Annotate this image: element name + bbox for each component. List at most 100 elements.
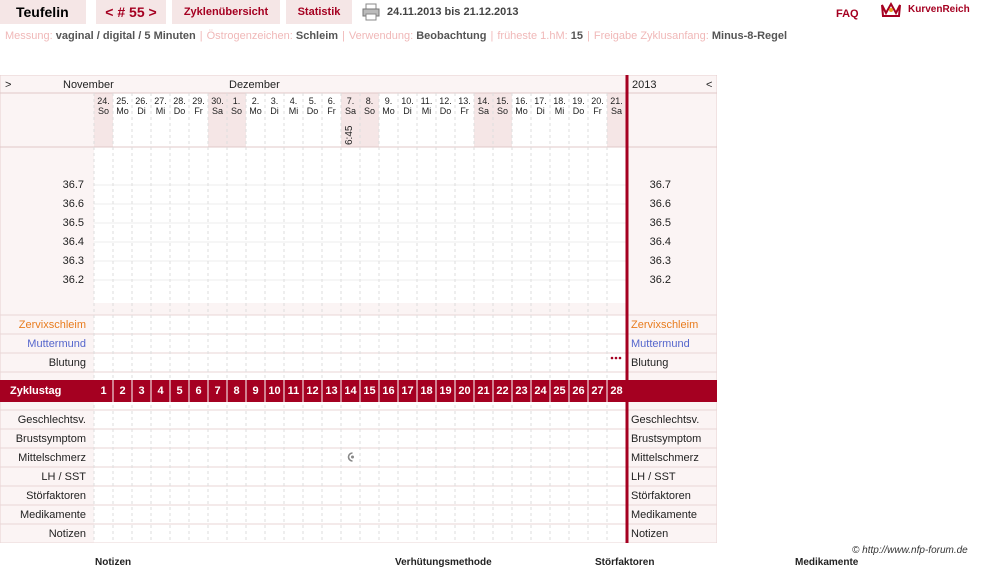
day-date: 14.	[477, 96, 490, 106]
logo-text[interactable]: KurvenReich	[908, 4, 970, 15]
cycle-day-number[interactable]: 2	[113, 385, 132, 397]
label-lh-right: LH / SST	[631, 471, 676, 483]
bleeding-dot-0	[610, 356, 614, 360]
day-weekday: Do	[439, 106, 452, 116]
label-blutung-right: Blutung	[631, 357, 669, 369]
date-range: 24.11.2013 bis 21.12.2013	[387, 6, 519, 18]
day-weekday: Mi	[421, 106, 432, 116]
label-mittel-right: Mittelschmerz	[631, 452, 699, 464]
chart-grid	[0, 75, 717, 543]
nav-next[interactable]: <	[706, 79, 712, 91]
day-weekday: Sa	[477, 106, 489, 116]
day-weekday: Di	[536, 106, 545, 116]
day-weekday: Fr	[194, 106, 203, 116]
cycle-day-number[interactable]: 27	[588, 385, 607, 397]
day-date: 15.	[496, 96, 509, 106]
label-stoer: Störfaktoren	[26, 490, 86, 502]
cycle-day-number[interactable]: 4	[151, 385, 170, 397]
cycle-day-number[interactable]: 20	[455, 385, 474, 397]
cycle-day-number[interactable]: 8	[227, 385, 246, 397]
cycle-day-number[interactable]: 14	[341, 385, 360, 397]
tab-cycle-overview[interactable]: Zyklenübersicht	[172, 0, 280, 24]
cycle-day-number[interactable]: 12	[303, 385, 322, 397]
cycle-day-number[interactable]: 1	[94, 385, 113, 397]
earliest-value: 15	[570, 30, 583, 42]
day-weekday: Sa	[344, 106, 356, 116]
time-note: 6:45	[344, 125, 355, 145]
day-date: 20.	[591, 96, 604, 106]
temp-label-right: 36.4	[649, 236, 671, 248]
day-weekday: Mo	[249, 106, 262, 116]
cycle-day-number[interactable]: 18	[417, 385, 436, 397]
label-geschlecht: Geschlechtsv.	[17, 414, 86, 426]
month-november: November	[63, 79, 114, 91]
cycle-day-number[interactable]: 24	[531, 385, 550, 397]
day-weekday: Sa	[610, 106, 622, 116]
cycle-selector[interactable]: < # 55 >	[96, 0, 166, 24]
cycle-day-number[interactable]: 6	[189, 385, 208, 397]
cycle-day-number[interactable]: 28	[607, 385, 626, 397]
cycle-day-number[interactable]: 11	[284, 385, 303, 397]
settings-line: Messung: vaginal / digital / 5 Minuten | Ö…	[5, 30, 788, 42]
day-date: 24.	[97, 96, 110, 106]
temp-label-right: 36.3	[649, 255, 671, 267]
day-weekday: So	[230, 106, 242, 116]
cycle-day-number[interactable]: 9	[246, 385, 265, 397]
cycle-day-number[interactable]: 5	[170, 385, 189, 397]
cycle-day-number[interactable]: 13	[322, 385, 341, 397]
day-weekday: Do	[173, 106, 186, 116]
cycle-day-number[interactable]: 7	[208, 385, 227, 397]
measure-value: vaginal / digital / 5 Minuten	[55, 30, 196, 42]
label-muttermund: Muttermund	[27, 338, 86, 350]
day-date: 21.	[610, 96, 623, 106]
cycle-day-number[interactable]: 26	[569, 385, 588, 397]
day-date: 26.	[135, 96, 148, 106]
cycle-day-number[interactable]: 10	[265, 385, 284, 397]
day-weekday: So	[97, 106, 109, 116]
measure-label: Messung:	[5, 30, 53, 42]
printer-icon[interactable]	[362, 3, 380, 21]
nav-prev[interactable]: >	[5, 79, 11, 91]
cycle-day-number[interactable]: 19	[436, 385, 455, 397]
cycle-day-number[interactable]: 17	[398, 385, 417, 397]
temp-label-right: 36.6	[649, 198, 671, 210]
mittelschmerz-dot	[351, 455, 354, 459]
cycle-day-number[interactable]: 15	[360, 385, 379, 397]
cycle-day-number[interactable]: 23	[512, 385, 531, 397]
label-zervix-right: Zervixschleim	[631, 319, 699, 331]
cycle-day-number[interactable]: 21	[474, 385, 493, 397]
day-date: 5.	[308, 96, 317, 106]
day-date: 29.	[192, 96, 205, 106]
cycle-day-number[interactable]: 16	[379, 385, 398, 397]
day-date: 11.	[420, 96, 433, 106]
day-date: 7.	[346, 96, 355, 106]
temp-label-right: 36.2	[649, 274, 671, 286]
day-date: 2.	[251, 96, 260, 106]
temp-label-left: 36.2	[62, 274, 84, 286]
cycle-day-number[interactable]: 3	[132, 385, 151, 397]
day-date: 3.	[270, 96, 279, 106]
day-date: 30.	[211, 96, 224, 106]
release-value: Minus-8-Regel	[711, 30, 788, 42]
tab-statistics[interactable]: Statistik	[286, 0, 352, 24]
cycle-chart: > November Dezember 2013 < 24. So 25. Mo 26.…	[0, 75, 717, 543]
day-weekday: Mo	[382, 106, 395, 116]
day-weekday: So	[496, 106, 508, 116]
label-medi-right: Medikamente	[631, 509, 698, 521]
day-date: 13.	[458, 96, 471, 106]
day-weekday: Fr	[327, 106, 336, 116]
day-weekday: Di	[270, 106, 279, 116]
top-bar: Teufelin < # 55 > Zyklenübersicht Statis…	[0, 0, 981, 26]
faq-link[interactable]: FAQ	[836, 8, 859, 20]
day-weekday: Mi	[155, 106, 166, 116]
label-zyklustag: Zyklustag	[10, 385, 62, 397]
day-date: 12.	[439, 96, 452, 106]
day-weekday: Di	[137, 106, 146, 116]
day-date: 28.	[173, 96, 186, 106]
cycle-day-number[interactable]: 25	[550, 385, 569, 397]
temp-label-left: 36.3	[62, 255, 84, 267]
day-date: 19.	[572, 96, 585, 106]
cycle-day-number[interactable]: 22	[493, 385, 512, 397]
copyright: © http://www.nfp-forum.de	[852, 545, 968, 556]
bleeding-dot-1	[614, 356, 618, 360]
